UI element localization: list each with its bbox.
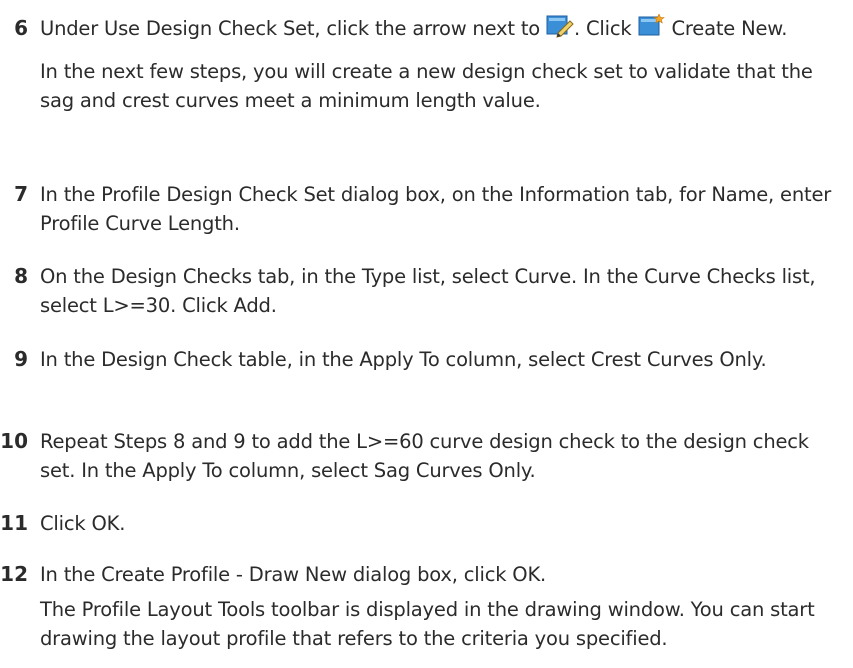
step-body: Click OK. — [40, 509, 850, 538]
step-number: 11 — [0, 511, 28, 535]
create-new-icon — [637, 14, 666, 38]
step-instruction: Click OK. — [40, 512, 126, 535]
step-body: Under Use Design Check Set, click the ar… — [40, 14, 850, 115]
step-instruction: Under Use Design Check Set, click the ar… — [40, 14, 850, 43]
step-number: 8 — [14, 264, 28, 288]
step-number: 9 — [14, 347, 28, 371]
step-note: In the next few steps, you will create a… — [40, 60, 813, 112]
step-number: 10 — [0, 429, 28, 453]
step-instruction: Repeat Steps 8 and 9 to add the L>=60 cu… — [40, 430, 809, 482]
step-instruction: On the Design Checks tab, in the Type li… — [40, 265, 816, 317]
step-instruction: In the Profile Design Check Set dialog b… — [40, 183, 832, 235]
step-body: In the Profile Design Check Set dialog b… — [40, 180, 850, 238]
step-number: 7 — [14, 182, 28, 206]
step-note: The Profile Layout Tools toolbar is disp… — [40, 598, 815, 650]
step-body: In the Design Check table, in the Apply … — [40, 345, 850, 374]
step-body: On the Design Checks tab, in the Type li… — [40, 262, 850, 320]
step-instruction: In the Design Check table, in the Apply … — [40, 348, 767, 371]
step-instruction: In the Create Profile - Draw New dialog … — [40, 563, 547, 586]
step-number: 6 — [14, 16, 28, 40]
edit-design-check-set-icon — [546, 14, 574, 38]
step-number: 12 — [0, 562, 28, 586]
step-body: Repeat Steps 8 and 9 to add the L>=60 cu… — [40, 427, 850, 485]
step-body: In the Create Profile - Draw New dialog … — [40, 560, 850, 653]
